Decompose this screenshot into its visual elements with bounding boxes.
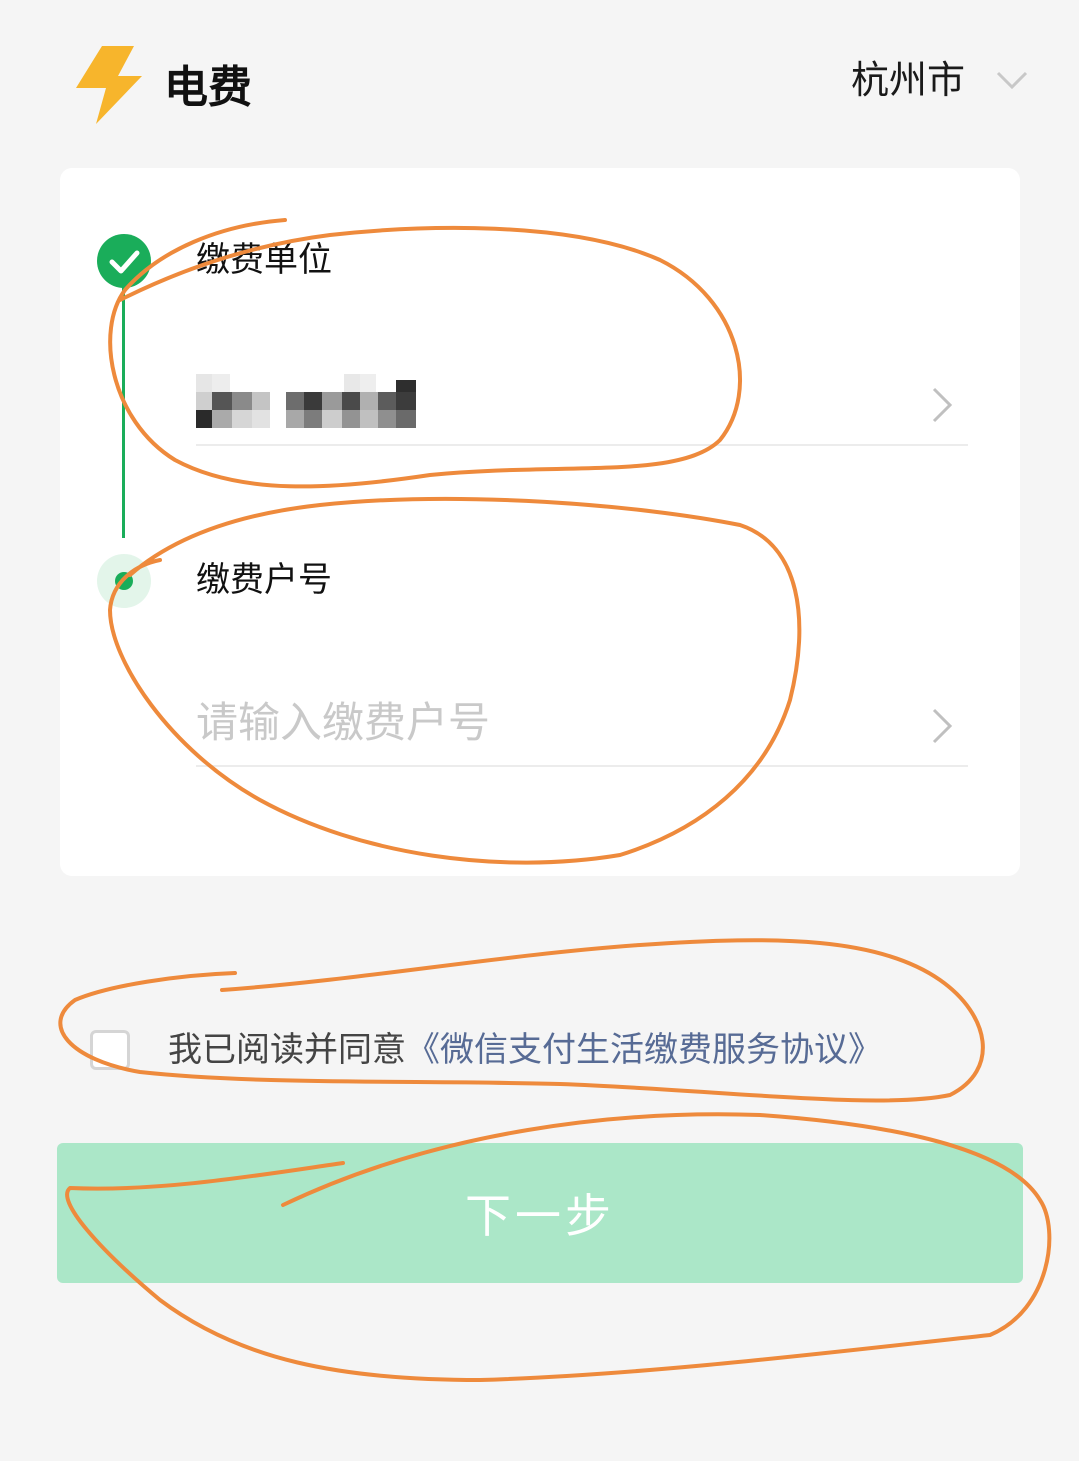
city-selector[interactable]: 杭州市	[851, 52, 1029, 108]
account-number-placeholder: 请输入缴费户号	[196, 698, 491, 747]
lightning-bolt-icon	[76, 46, 142, 124]
agreement-link[interactable]: 《微信支付生活缴费服务协议》	[406, 1022, 882, 1078]
payment-form-card: 缴费单位 缴费户号 请输入缴费户号	[60, 168, 1020, 876]
next-step-button[interactable]: 下一步	[57, 1143, 1023, 1283]
payment-unit-selector[interactable]	[196, 364, 968, 446]
city-name: 杭州市	[850, 58, 965, 102]
agreement-row: 我已阅读并同意 《微信支付生活缴费服务协议》	[90, 1022, 882, 1078]
current-step-dot-icon	[97, 554, 151, 608]
chevron-right-icon	[932, 708, 953, 744]
page-title: 电费	[164, 62, 252, 113]
agreement-text: 我已阅读并同意	[168, 1030, 406, 1070]
agreement-checkbox[interactable]	[90, 1030, 130, 1070]
chevron-right-icon	[932, 387, 953, 423]
step-connector-line	[122, 278, 125, 538]
obscured-unit-value	[196, 374, 416, 428]
check-circle-icon	[97, 234, 151, 288]
step-label-account: 缴费户号	[196, 560, 332, 600]
step-label-unit: 缴费单位	[196, 240, 332, 280]
account-number-field[interactable]: 请输入缴费户号	[196, 685, 968, 767]
header: 电费 杭州市	[0, 0, 1079, 160]
chevron-down-icon	[996, 71, 1028, 90]
